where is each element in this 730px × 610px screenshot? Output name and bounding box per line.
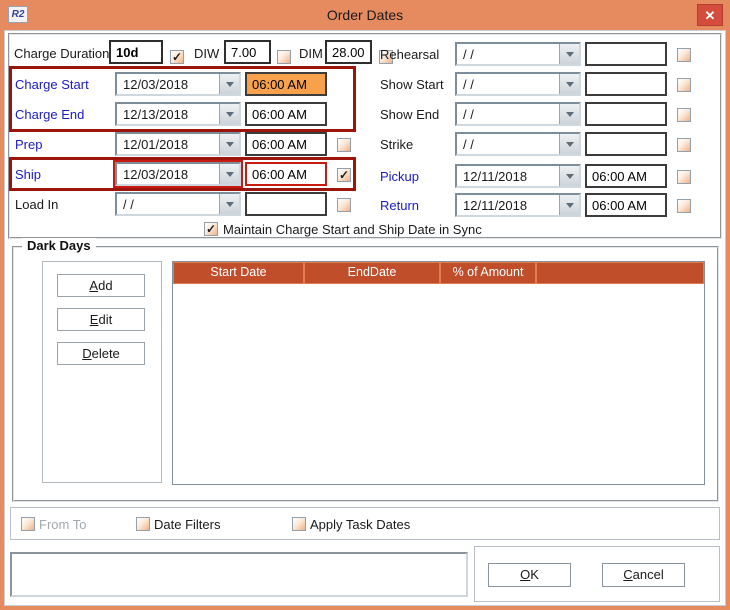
add-button[interactable]: Add: [57, 274, 145, 297]
pickup-time-input[interactable]: [585, 164, 667, 188]
strike-checkbox[interactable]: [677, 138, 691, 152]
rehearsal-time-input[interactable]: [585, 42, 667, 66]
show-start-label: Show Start: [380, 77, 444, 92]
column-header-percent-of-amount[interactable]: % of Amount: [440, 262, 536, 284]
dropdown-arrow-icon[interactable]: [559, 44, 579, 64]
show-start-checkbox[interactable]: [677, 78, 691, 92]
return-date-combo[interactable]: 12/11/2018: [455, 193, 581, 217]
date-filters-checkbox[interactable]: [136, 517, 150, 531]
show-start-date-value: / /: [463, 77, 474, 92]
column-header-start-date[interactable]: Start Date: [173, 262, 304, 284]
dropdown-arrow-icon[interactable]: [559, 104, 579, 124]
pickup-date-value: 12/11/2018: [463, 169, 528, 184]
rehearsal-date-combo[interactable]: / /: [455, 42, 581, 66]
pickup-date-combo[interactable]: 12/11/2018: [455, 164, 581, 188]
show-end-row: Show End / /: [0, 102, 730, 128]
footer-button-panel: OK Cancel: [474, 546, 720, 602]
rehearsal-date-value: / /: [463, 47, 474, 62]
sync-label: Maintain Charge Start and Ship Date in S…: [223, 222, 482, 237]
rehearsal-label: Rehearsal: [380, 47, 440, 62]
show-end-time-input[interactable]: [585, 102, 667, 126]
apply-task-dates-checkbox[interactable]: [292, 517, 306, 531]
sync-checkbox[interactable]: [204, 222, 218, 236]
dark-days-table-header: Start Date EndDate % of Amount: [173, 262, 704, 284]
dark-days-table: Start Date EndDate % of Amount: [172, 261, 705, 485]
show-end-date-combo[interactable]: / /: [455, 102, 581, 126]
dialog-window: R2 Order Dates ✕ Charge Duration DIW DIM…: [0, 0, 730, 610]
strike-label: Strike: [380, 137, 414, 152]
column-header-end-date[interactable]: EndDate: [304, 262, 440, 284]
return-time-input[interactable]: [585, 193, 667, 217]
strike-date-combo[interactable]: / /: [455, 132, 581, 156]
strike-date-value: / /: [463, 137, 474, 152]
dropdown-arrow-icon[interactable]: [559, 74, 579, 94]
date-filters-label: Date Filters: [154, 517, 221, 532]
strike-time-input[interactable]: [585, 132, 667, 156]
pickup-row: Pickup 12/11/2018: [0, 164, 730, 190]
note-input[interactable]: [10, 552, 468, 597]
column-header-filler: [536, 262, 704, 284]
from-to-label: From To: [39, 517, 87, 532]
edit-button[interactable]: Edit: [57, 308, 145, 331]
title-bar: R2 Order Dates ✕: [0, 0, 730, 30]
apply-task-dates-label: Apply Task Dates: [310, 517, 411, 532]
return-checkbox[interactable]: [677, 199, 691, 213]
show-end-checkbox[interactable]: [677, 108, 691, 122]
return-row: Return 12/11/2018: [0, 193, 730, 219]
show-start-row: Show Start / /: [0, 72, 730, 98]
strike-row: Strike / /: [0, 132, 730, 158]
window-title: Order Dates: [326, 7, 404, 23]
dark-days-button-panel: Add Edit Delete: [42, 261, 162, 483]
show-start-time-input[interactable]: [585, 72, 667, 96]
dropdown-arrow-icon[interactable]: [559, 134, 579, 154]
filter-options-panel: From To Date Filters Apply Task Dates: [10, 507, 720, 540]
return-label: Return: [380, 198, 420, 213]
close-icon[interactable]: ✕: [697, 4, 723, 26]
cancel-button[interactable]: Cancel: [602, 563, 685, 587]
show-start-date-combo[interactable]: / /: [455, 72, 581, 96]
dark-days-groupbox: Dark Days Add Edit Delete Start Date End…: [12, 238, 719, 502]
return-date-value: 12/11/2018: [463, 198, 528, 213]
rehearsal-row: Rehearsal / /: [0, 42, 730, 68]
dropdown-arrow-icon[interactable]: [559, 195, 579, 215]
ok-button[interactable]: OK: [488, 563, 571, 587]
dark-days-title: Dark Days: [22, 238, 96, 253]
dropdown-arrow-icon[interactable]: [559, 166, 579, 186]
show-end-label: Show End: [380, 107, 440, 122]
show-end-date-value: / /: [463, 107, 474, 122]
from-to-checkbox: [21, 517, 35, 531]
pickup-label: Pickup: [380, 169, 420, 184]
delete-button[interactable]: Delete: [57, 342, 145, 365]
rehearsal-checkbox[interactable]: [677, 48, 691, 62]
pickup-checkbox[interactable]: [677, 170, 691, 184]
